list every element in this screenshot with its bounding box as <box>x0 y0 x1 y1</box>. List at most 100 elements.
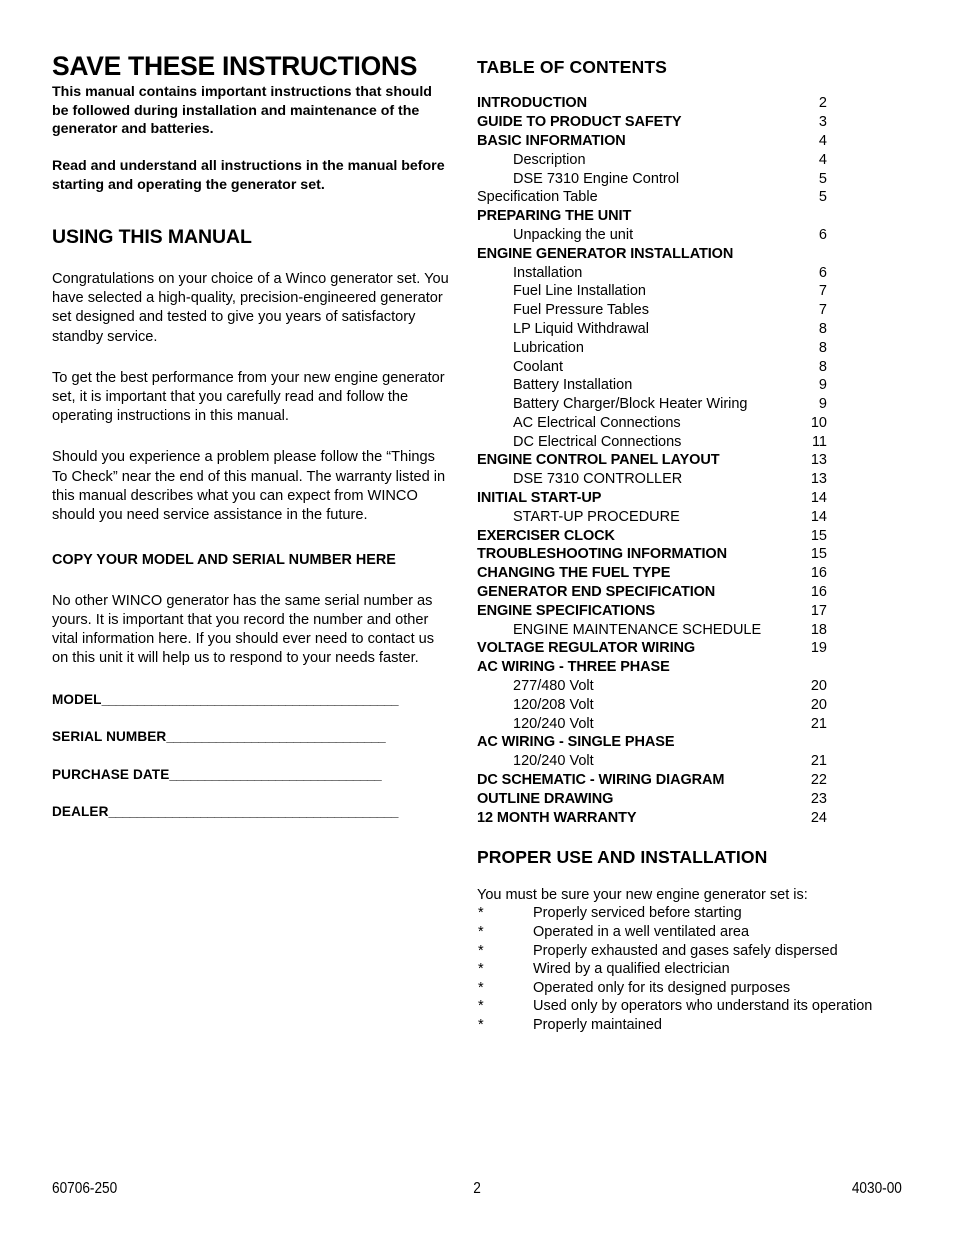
toc-entry-label: 120/240 Volt <box>513 753 594 770</box>
toc-entry-label: TROUBLESHOOTING INFORMATION <box>477 546 727 563</box>
toc-entry[interactable]: ENGINE SPECIFICATIONS 17 <box>477 602 877 621</box>
toc-entry-page-number: 2 <box>818 95 827 112</box>
toc-entry[interactable]: OUTLINE DRAWING 23 <box>477 790 877 809</box>
toc-entry-page-number: 9 <box>818 377 827 394</box>
toc-entry[interactable]: INITIAL START-UP 14 <box>477 489 877 508</box>
toc-entry[interactable]: PREPARING THE UNIT <box>477 207 877 226</box>
toc-entry-page-number: 13 <box>810 452 827 469</box>
asterisk-bullet-icon: * <box>478 961 484 978</box>
toc-entry-label: LP Liquid Withdrawal <box>513 320 649 337</box>
lead-paragraph-2: Read and understand all instructions in … <box>52 158 445 193</box>
toc-entry-label: GENERATOR END SPECIFICATION <box>477 584 716 601</box>
toc-entry-label: Unpacking the unit <box>513 226 634 243</box>
toc-entry[interactable]: EXERCISER CLOCK 15 <box>477 527 877 546</box>
toc-entry[interactable]: Description 4 <box>477 151 877 170</box>
toc-entry[interactable]: Installation 6 <box>477 264 877 283</box>
form-field-write-in-line[interactable]: ________________________________________… <box>102 693 399 707</box>
toc-entry-page-number: 7 <box>818 302 827 319</box>
toc-entry[interactable]: Coolant 8 <box>477 358 877 377</box>
toc-entry[interactable]: AC WIRING - SINGLE PHASE <box>477 733 877 752</box>
toc-entry[interactable]: 120/240 Volt 21 <box>477 715 877 734</box>
toc-entry[interactable]: Lubrication 8 <box>477 339 877 358</box>
asterisk-bullet-icon: * <box>478 979 484 996</box>
toc-entry[interactable]: Fuel Line Installation 7 <box>477 282 877 301</box>
toc-entry-page-number: 20 <box>810 696 827 713</box>
toc-entry[interactable]: TROUBLESHOOTING INFORMATION 15 <box>477 545 877 564</box>
toc-entry-label: 12 MONTH WARRANTY <box>477 809 637 826</box>
toc-entry-label: EXERCISER CLOCK <box>477 527 615 544</box>
toc-entry-label: START-UP PROCEDURE <box>513 508 680 525</box>
toc-entry[interactable]: 12 MONTH WARRANTY 24 <box>477 809 877 828</box>
toc-entry[interactable]: Battery Installation 9 <box>477 376 877 395</box>
toc-entry-label: Battery Installation <box>513 377 633 394</box>
proper-use-item: * Used only by operators who understand i… <box>477 997 877 1016</box>
proper-use-item-label: Properly maintained <box>533 1016 662 1033</box>
form-field-label: PURCHASE DATE <box>52 767 170 782</box>
toc-entry[interactable]: ENGINE MAINTENANCE SCHEDULE 18 <box>477 621 877 640</box>
asterisk-bullet-icon: * <box>478 905 484 922</box>
toc-entry[interactable]: 277/480 Volt 20 <box>477 677 877 696</box>
toc-entry[interactable]: VOLTAGE REGULATOR WIRING 19 <box>477 639 877 658</box>
page-footer: 60706-250 2 4030-00 <box>0 1178 954 1200</box>
toc-entry-page-number: 8 <box>818 320 827 337</box>
asterisk-bullet-icon: * <box>478 942 484 959</box>
toc-entry[interactable]: ENGINE GENERATOR INSTALLATION <box>477 245 877 264</box>
toc-entry-page-number: 16 <box>810 584 827 601</box>
toc-entry-page-number: 11 <box>811 433 827 450</box>
toc-entry[interactable]: ENGINE CONTROL PANEL LAYOUT 13 <box>477 451 877 470</box>
toc-entry[interactable]: START-UP PROCEDURE 14 <box>477 508 877 527</box>
toc-entry[interactable]: DC Electrical Connections 11 <box>477 433 877 452</box>
toc-entry-label: 120/240 Volt <box>513 715 594 732</box>
form-field-label: DEALER <box>52 805 109 819</box>
toc-entry-label: PREPARING THE UNIT <box>477 208 632 225</box>
lead-paragraph-1: This manual contains important instructi… <box>52 84 432 138</box>
toc-entry[interactable]: 120/208 Volt 20 <box>477 696 877 715</box>
toc-entry[interactable]: AC WIRING - THREE PHASE <box>477 658 877 677</box>
toc-entry[interactable]: 120/240 Volt 21 <box>477 752 877 771</box>
toc-entry-page-number: 15 <box>810 546 827 563</box>
proper-use-item-label: Properly exhausted and gases safely disp… <box>533 942 838 959</box>
proper-use-item: * Operated in a well ventilated area <box>477 923 877 942</box>
toc-entry-label: ENGINE SPECIFICATIONS <box>477 602 656 619</box>
toc-entry-label: AC WIRING - THREE PHASE <box>477 659 670 676</box>
toc-entry-label: DSE 7310 CONTROLLER <box>513 471 683 488</box>
toc-entry-label: DC SCHEMATIC - WIRING DIAGRAM <box>477 772 725 789</box>
toc-entry[interactable]: CHANGING THE FUEL TYPE 16 <box>477 564 877 583</box>
toc-entry[interactable]: LP Liquid Withdrawal 8 <box>477 320 877 339</box>
footer-page-number: 2 <box>473 1180 481 1197</box>
proper-use-item: * Properly serviced before starting <box>477 904 877 923</box>
toc-entry[interactable]: GUIDE TO PRODUCT SAFETY 3 <box>477 113 877 132</box>
toc-entry[interactable]: Battery Charger/Block Heater Wiring 9 <box>477 395 877 414</box>
manual-page: SAVE THESE INSTRUCTIONS This manual cont… <box>0 0 954 1235</box>
toc-entry[interactable]: Unpacking the unit 6 <box>477 226 877 245</box>
toc-entry-page-number: 7 <box>818 283 827 300</box>
toc-entry[interactable]: Fuel Pressure Tables 7 <box>477 301 877 320</box>
toc-entry-page-number: 17 <box>810 602 827 619</box>
proper-use-item-label: Wired by a qualified electrician <box>533 961 730 978</box>
proper-use-item: * Properly exhausted and gases safely dis… <box>477 942 877 961</box>
toc-entry[interactable]: GENERATOR END SPECIFICATION 16 <box>477 583 877 602</box>
form-field-write-in-line[interactable]: ______________________________ <box>169 768 381 782</box>
toc-entry-label: Coolant <box>513 358 563 375</box>
left-column: SAVE THESE INSTRUCTIONS This manual cont… <box>52 52 452 843</box>
toc-entry-page-number: 5 <box>818 189 827 206</box>
toc-entry-page-number: 20 <box>810 678 827 695</box>
form-field-row: SERIAL NUMBER___________________________… <box>52 730 452 744</box>
body-paragraph-3: Should you experience a problem please f… <box>52 449 446 524</box>
toc-entry-page-number: 23 <box>810 790 827 807</box>
toc-entry-page-number: 21 <box>810 753 827 770</box>
toc-entry-page-number: 9 <box>818 396 827 413</box>
toc-entry[interactable]: DSE 7310 Engine Control 5 <box>477 170 877 189</box>
table-of-contents-list: INTRODUCTION 2 GUIDE TO PRODUCT SAFETY 3 BAS… <box>477 94 877 827</box>
toc-entry-page-number: 10 <box>810 414 827 431</box>
section-heading-using-this-manual: USING THIS MANUAL <box>52 225 252 248</box>
toc-entry[interactable]: DC SCHEMATIC - WIRING DIAGRAM 22 <box>477 771 877 790</box>
toc-entry-label: ENGINE GENERATOR INSTALLATION <box>477 245 734 262</box>
toc-entry[interactable]: BASIC INFORMATION 4 <box>477 132 877 151</box>
form-field-write-in-line[interactable]: _______________________________ <box>166 730 385 744</box>
form-field-write-in-line[interactable]: ________________________________________… <box>109 805 399 819</box>
toc-entry[interactable]: DSE 7310 CONTROLLER 13 <box>477 470 877 489</box>
toc-entry[interactable]: AC Electrical Connections 10 <box>477 414 877 433</box>
toc-entry[interactable]: INTRODUCTION 2 <box>477 94 877 113</box>
toc-entry[interactable]: Specification Table 5 <box>477 188 877 207</box>
